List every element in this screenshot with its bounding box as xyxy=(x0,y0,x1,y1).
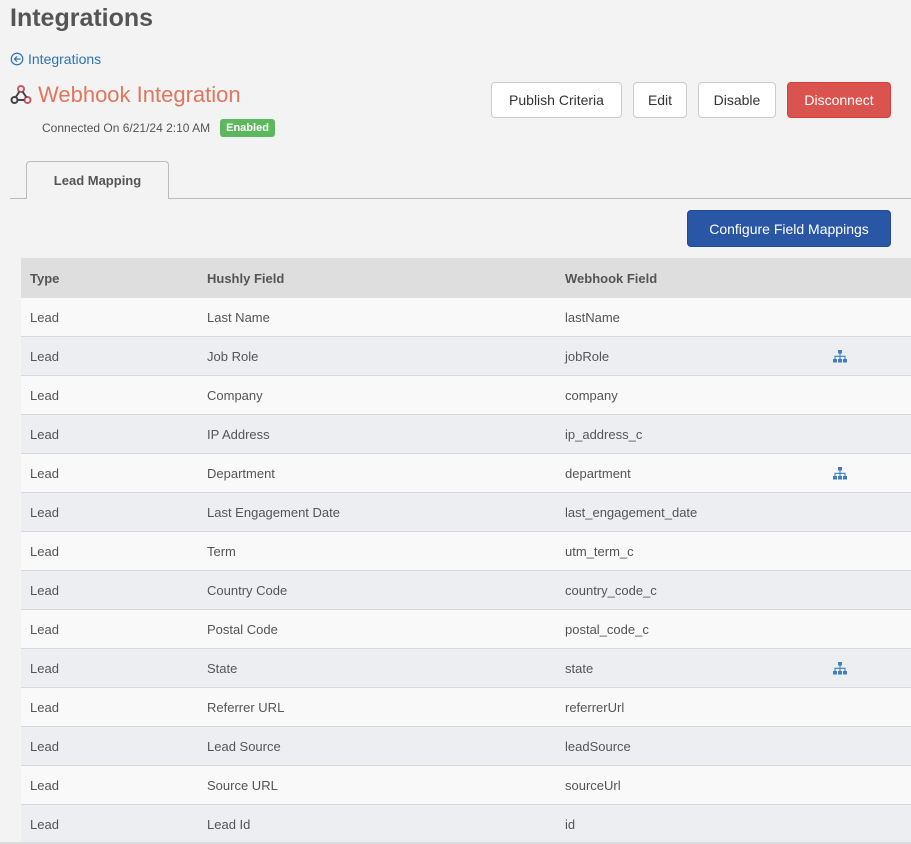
table-row: Lead Term utm_term_c xyxy=(21,532,911,571)
table-row: Lead Company company xyxy=(21,376,911,415)
edit-button[interactable]: Edit xyxy=(633,82,687,118)
hushly-field-cell: Job Role xyxy=(207,348,259,364)
hushly-field-cell: Lead Source xyxy=(207,738,281,754)
hushly-field-cell: Referrer URL xyxy=(207,699,285,715)
hushly-field-cell: Department xyxy=(207,465,275,481)
type-cell: Lead xyxy=(30,582,59,598)
webhook-field-cell: utm_term_c xyxy=(565,543,634,559)
mapping-cell xyxy=(833,349,911,363)
disconnect-button[interactable]: Disconnect xyxy=(787,82,891,118)
arrow-left-circle-icon xyxy=(10,52,24,66)
webhook-field-cell: lastName xyxy=(565,309,620,325)
hushly-field-cell: State xyxy=(207,660,238,676)
webhook-field-cell: sourceUrl xyxy=(565,777,621,793)
sitemap-icon[interactable] xyxy=(833,661,847,675)
table-row: Lead Postal Code postal_code_c xyxy=(21,610,911,649)
type-cell: Lead xyxy=(30,738,59,754)
table-row: Lead Source URL sourceUrl xyxy=(21,766,911,805)
table-header: Type Hushly Field Webhook Field xyxy=(21,258,911,298)
type-cell: Lead xyxy=(30,465,59,481)
mapping-cell xyxy=(833,661,911,675)
sitemap-icon[interactable] xyxy=(833,349,847,363)
table-body: Lead Last Name lastName Lead Job Role jobRole… xyxy=(21,298,911,844)
type-cell: Lead xyxy=(30,699,59,715)
hushly-field-cell: Postal Code xyxy=(207,621,278,637)
status-badge: Enabled xyxy=(220,119,275,137)
integration-name: Webhook Integration xyxy=(38,82,241,107)
back-link-label: Integrations xyxy=(28,51,102,67)
table-row: Lead Referrer URL referrerUrl xyxy=(21,688,911,727)
type-cell: Lead xyxy=(30,543,59,559)
hushly-field-cell: Last Engagement Date xyxy=(207,504,340,520)
table-row: Lead Last Engagement Date last_engagement_… xyxy=(21,493,911,532)
hushly-field-cell: Lead Id xyxy=(207,816,251,832)
webhook-field-cell: ip_address_c xyxy=(565,426,643,442)
type-cell: Lead xyxy=(30,426,59,442)
page-title: Integrations xyxy=(10,4,154,32)
webhook-field-cell: department xyxy=(565,465,631,481)
webhook-field-cell: country_code_c xyxy=(565,582,657,598)
disable-button[interactable]: Disable xyxy=(698,82,776,118)
table-row: Lead Lead Id id xyxy=(21,805,911,844)
type-cell: Lead xyxy=(30,816,59,832)
hushly-field-cell: Company xyxy=(207,387,263,403)
connection-info: Connected On 6/21/24 2:10 AM Enabled xyxy=(42,119,275,137)
table-row: Lead Department department xyxy=(21,454,911,493)
type-cell: Lead xyxy=(30,309,59,325)
publish-criteria-button[interactable]: Publish Criteria xyxy=(491,82,622,118)
webhook-field-cell: state xyxy=(565,660,594,676)
table-row: Lead State state xyxy=(21,649,911,688)
webhook-field-cell: leadSource xyxy=(565,738,631,754)
type-cell: Lead xyxy=(30,387,59,403)
table-row: Lead Country Code country_code_c xyxy=(21,571,911,610)
webhook-icon xyxy=(10,85,32,104)
integration-header: Webhook Integration xyxy=(10,82,241,108)
type-cell: Lead xyxy=(30,504,59,520)
column-header-webhook-field: Webhook Field xyxy=(565,270,658,286)
back-link-integrations[interactable]: Integrations xyxy=(10,51,101,67)
webhook-field-cell: referrerUrl xyxy=(565,699,625,715)
sitemap-icon[interactable] xyxy=(833,466,847,480)
hushly-field-cell: Term xyxy=(207,543,236,559)
hushly-field-cell: Country Code xyxy=(207,582,288,598)
table-row: Lead IP Address ip_address_c xyxy=(21,415,911,454)
type-cell: Lead xyxy=(30,348,59,364)
connected-on-text: Connected On 6/21/24 2:10 AM xyxy=(42,121,211,135)
tab-lead-mapping[interactable]: Lead Mapping xyxy=(26,161,169,199)
hushly-field-cell: Last Name xyxy=(207,309,270,325)
table-row: Lead Last Name lastName xyxy=(21,298,911,337)
webhook-field-cell: jobRole xyxy=(565,348,610,364)
column-header-hushly-field: Hushly Field xyxy=(207,270,285,286)
lead-mapping-table: Type Hushly Field Webhook Field Lead Last… xyxy=(21,258,911,844)
type-cell: Lead xyxy=(30,777,59,793)
webhook-field-cell: id xyxy=(565,816,576,832)
hushly-field-cell: Source URL xyxy=(207,777,278,793)
webhook-field-cell: postal_code_c xyxy=(565,621,649,637)
type-cell: Lead xyxy=(30,660,59,676)
webhook-field-cell: company xyxy=(565,387,618,403)
hushly-field-cell: IP Address xyxy=(207,426,270,442)
configure-field-mappings-button[interactable]: Configure Field Mappings xyxy=(687,210,891,247)
column-header-type: Type xyxy=(30,270,60,286)
table-row: Lead Job Role jobRole xyxy=(21,337,911,376)
table-row: Lead Lead Source leadSource xyxy=(21,727,911,766)
webhook-field-cell: last_engagement_date xyxy=(565,504,698,520)
mapping-cell xyxy=(833,466,911,480)
type-cell: Lead xyxy=(30,621,59,637)
